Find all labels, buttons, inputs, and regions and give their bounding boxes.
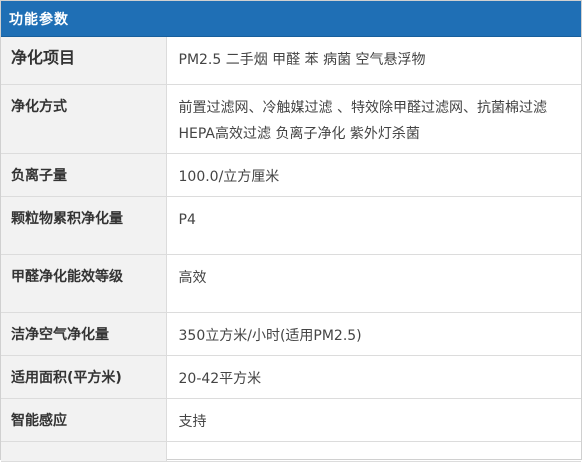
spec-value: 前置过滤网、冷触媒过滤 、特效除甲醛过滤网、抗菌棉过滤 HEPA高效过滤 负离子… xyxy=(166,84,581,154)
spec-value: 支持 xyxy=(166,398,581,442)
spec-row-purification-targets: 净化项目 PM2.5 二手烟 甲醛 苯 病菌 空气悬浮物 xyxy=(1,37,581,85)
spec-label: 甲醛净化能效等级 xyxy=(1,254,167,313)
spec-label: 净化项目 xyxy=(1,37,167,85)
spec-row-empty xyxy=(1,441,581,462)
spec-value: 100.0/立方厘米 xyxy=(166,153,581,197)
spec-row-formaldehyde-efficiency: 甲醛净化能效等级 高效 xyxy=(1,254,581,313)
spec-label: 适用面积(平方米) xyxy=(1,355,167,399)
spec-row-cadr: 洁净空气净化量 350立方米/小时(适用PM2.5) xyxy=(1,312,581,356)
spec-value: PM2.5 二手烟 甲醛 苯 病菌 空气悬浮物 xyxy=(166,37,581,85)
spec-panel: 功能参数 净化项目 PM2.5 二手烟 甲醛 苯 病菌 空气悬浮物 净化方式 前… xyxy=(0,0,582,462)
header-bar: 功能参数 xyxy=(1,1,581,37)
spec-row-smart-sensing: 智能感应 支持 xyxy=(1,398,581,442)
spec-table: 净化项目 PM2.5 二手烟 甲醛 苯 病菌 空气悬浮物 净化方式 前置过滤网、… xyxy=(1,37,581,462)
spec-row-cumulative-particulate: 颗粒物累积净化量 P4 xyxy=(1,196,581,255)
spec-value: 350立方米/小时(适用PM2.5) xyxy=(166,312,581,356)
spec-row-purification-method: 净化方式 前置过滤网、冷触媒过滤 、特效除甲醛过滤网、抗菌棉过滤 HEPA高效过… xyxy=(1,84,581,154)
spec-row-negative-ions: 负离子量 100.0/立方厘米 xyxy=(1,153,581,197)
spec-value: P4 xyxy=(166,196,581,255)
spec-label: 智能感应 xyxy=(1,398,167,442)
spec-label-empty xyxy=(1,441,167,462)
spec-label: 净化方式 xyxy=(1,84,167,154)
spec-row-applicable-area: 适用面积(平方米) 20-42平方米 xyxy=(1,355,581,399)
spec-label: 负离子量 xyxy=(1,153,167,197)
spec-label: 洁净空气净化量 xyxy=(1,312,167,356)
spec-value-empty xyxy=(166,441,581,462)
spec-label: 颗粒物累积净化量 xyxy=(1,196,167,255)
section-title: 功能参数 xyxy=(9,11,69,28)
spec-value: 20-42平方米 xyxy=(166,355,581,399)
spec-value: 高效 xyxy=(166,254,581,313)
